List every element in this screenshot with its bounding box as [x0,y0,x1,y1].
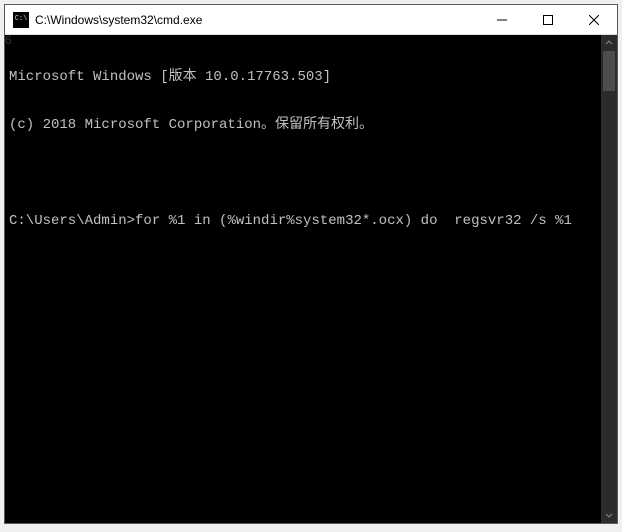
console-prompt: C:\Users\Admin> [9,213,135,229]
vertical-scrollbar[interactable] [601,35,617,523]
console-line-version: Microsoft Windows [版本 10.0.17763.503] [9,69,597,85]
chevron-down-icon [605,511,613,519]
maximize-button[interactable] [525,5,571,34]
scroll-down-button[interactable] [601,507,617,523]
console-command: for %1 in (%windir%system32*.ocx) do reg… [135,213,572,229]
console-prompt-line: C:\Users\Admin>for %1 in (%windir%system… [9,213,597,229]
minimize-button[interactable] [479,5,525,34]
console-line-copyright: (c) 2018 Microsoft Corporation。保留所有权利。 [9,117,597,133]
console-blank-line [9,165,597,181]
minimize-icon [497,15,507,25]
close-icon [589,15,599,25]
window-title: C:\Windows\system32\cmd.exe [35,13,479,27]
maximize-icon [543,15,553,25]
scrollbar-thumb[interactable] [603,51,615,91]
window-controls [479,5,617,34]
chevron-up-icon [605,39,613,47]
corner-label: 6 [5,33,12,47]
close-button[interactable] [571,5,617,34]
cmd-window: 6 C:\ C:\Windows\system32\cmd.exe Micros… [4,4,618,524]
titlebar[interactable]: C:\ C:\Windows\system32\cmd.exe [5,5,617,35]
console-area[interactable]: Microsoft Windows [版本 10.0.17763.503] (c… [5,35,617,523]
app-icon: C:\ [13,12,29,28]
app-icon-text: C:\ [15,16,28,23]
scroll-up-button[interactable] [601,35,617,51]
console-content: Microsoft Windows [版本 10.0.17763.503] (c… [5,35,601,523]
